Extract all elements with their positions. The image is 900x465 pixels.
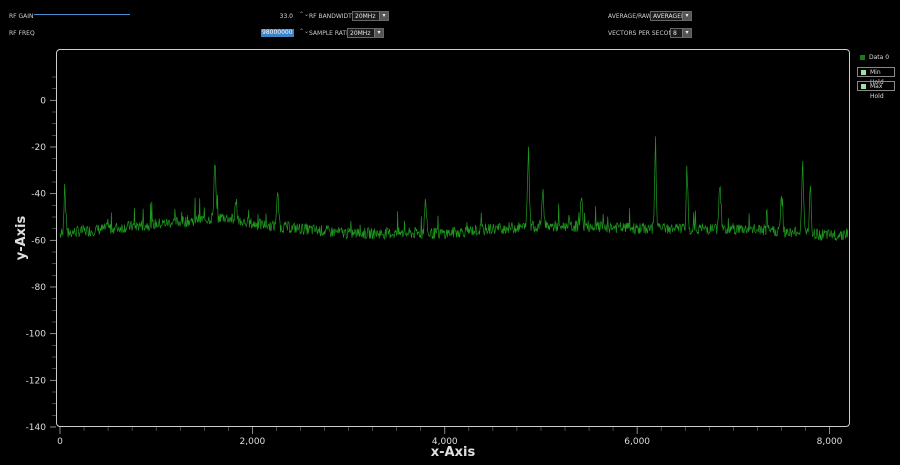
legend-swatch <box>861 84 866 89</box>
y-tick-label: 0 <box>40 96 46 106</box>
x-tick-label: 6,000 <box>624 437 650 447</box>
legend-item-data-0[interactable]: Data 0 <box>857 53 895 63</box>
data-0-trace <box>59 136 849 242</box>
x-tick-label: 2,000 <box>240 437 266 447</box>
y-tick-label: -20 <box>31 143 46 153</box>
legend-swatch <box>860 55 865 60</box>
y-tick-label: -40 <box>31 190 46 200</box>
x-axis-label: x-Axis <box>431 445 476 460</box>
legend-label: Data 0 <box>869 54 890 61</box>
y-tick-label: -80 <box>31 283 46 293</box>
legend-label: Max Hold <box>870 83 884 100</box>
y-axis-label: y-Axis <box>14 215 29 260</box>
y-tick-label: -60 <box>31 236 46 246</box>
y-tick-label: -100 <box>26 330 47 340</box>
x-tick-label: 0 <box>57 437 63 447</box>
x-tick-label: 8,000 <box>817 437 843 447</box>
y-tick-label: -120 <box>26 376 47 386</box>
legend-item-min-hold[interactable]: Min Hold <box>857 67 895 86</box>
y-tick-label: -140 <box>26 423 47 433</box>
legend-swatch <box>861 70 866 75</box>
spectrum-chart[interactable]: 0-20-40-60-80-100-120-1400 2,000 4,000 6,00… <box>0 0 900 465</box>
legend-item-max-hold[interactable]: Max Hold <box>857 81 895 100</box>
chart-axes: 0-20-40-60-80-100-120-1400 2,000 4,000 6,00… <box>26 76 843 447</box>
